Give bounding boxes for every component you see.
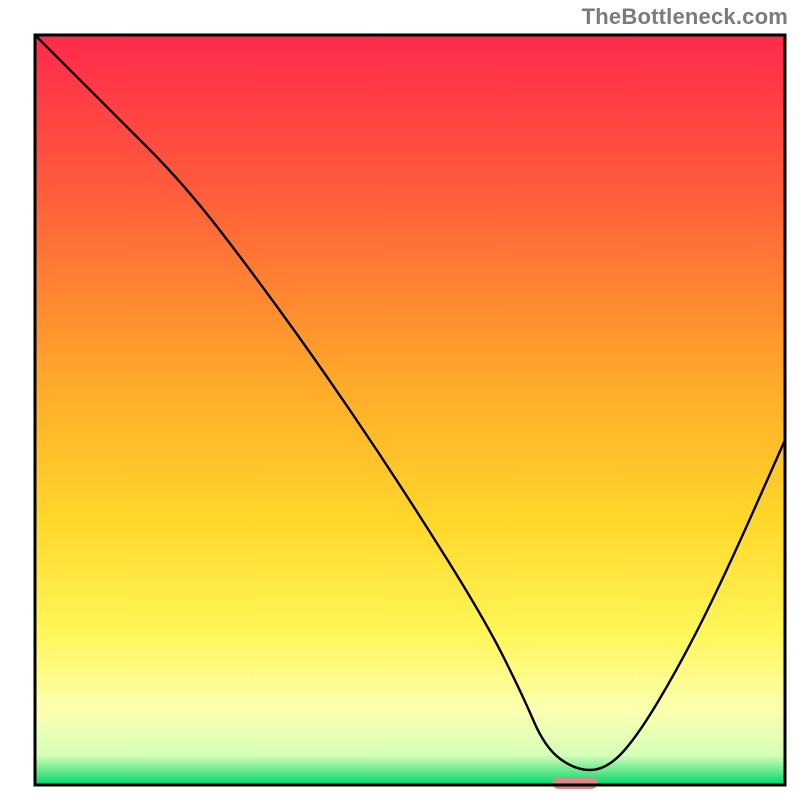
optimum-marker xyxy=(553,777,598,789)
chart-container: TheBottleneck.com xyxy=(0,0,800,800)
chart-svg xyxy=(0,0,800,800)
